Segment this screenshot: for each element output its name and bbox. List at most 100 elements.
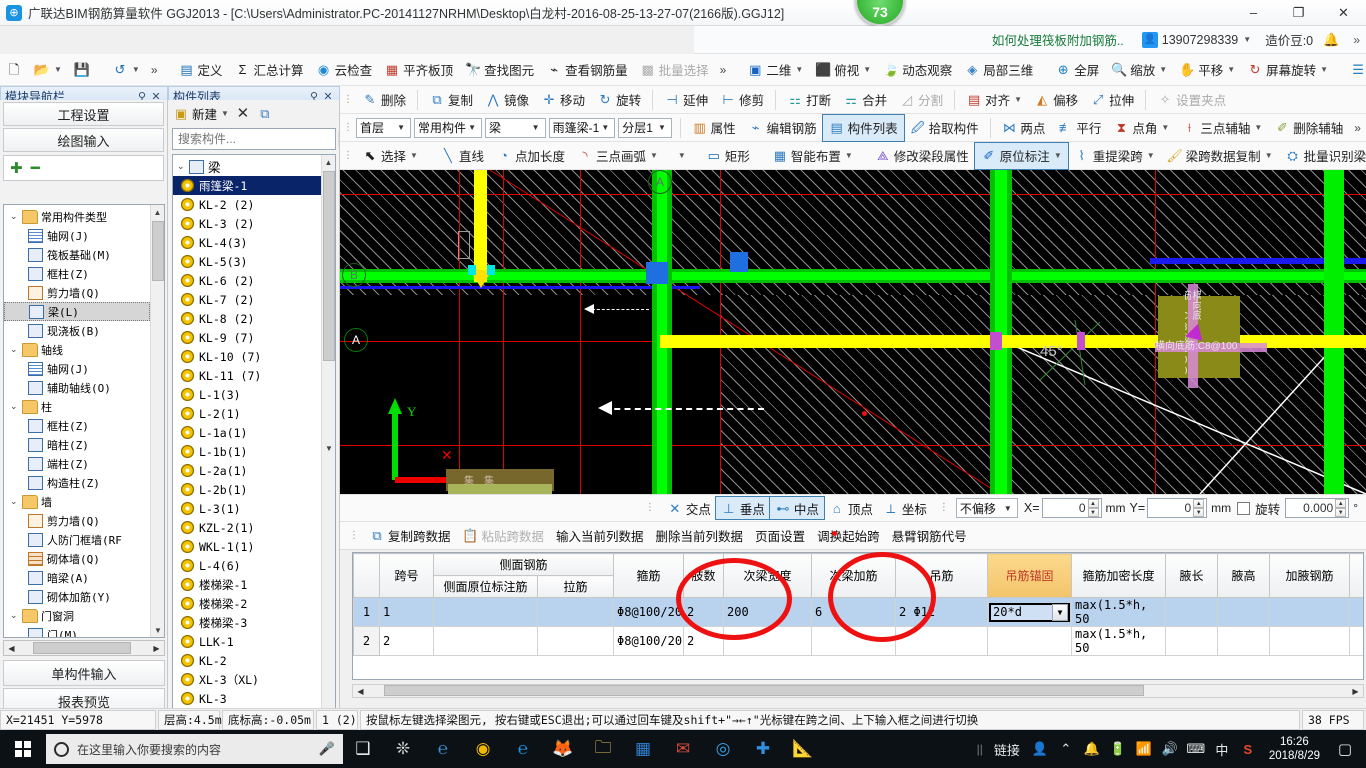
span-copy-button[interactable]: 🖌梁跨数据复制▼ xyxy=(1161,143,1279,169)
cell-haunch_rebar[interactable] xyxy=(1270,598,1350,627)
component-list-item[interactable]: KZL-2(1) xyxy=(173,518,321,537)
nav-tree-item[interactable]: ⌄墙 xyxy=(4,492,150,511)
mirror-button[interactable]: ⋀镜像 xyxy=(479,87,535,113)
set-grip-button[interactable]: ✧设置夹点 xyxy=(1151,87,1232,113)
component-list-item[interactable]: L-2(1) xyxy=(173,404,321,423)
component-list-item[interactable]: KL-3 (2) xyxy=(173,214,321,233)
sogou-icon[interactable]: S xyxy=(1235,730,1261,768)
cell-rownum[interactable]: 1 xyxy=(354,598,380,627)
toolbar-overflow-icon-2[interactable]: » xyxy=(715,63,732,77)
batch-select-button[interactable]: ▩批量选择 xyxy=(634,57,715,83)
component-list-item[interactable]: 楼梯梁-3 xyxy=(173,613,321,632)
nav-tree-item[interactable]: 砌体墙(Q) xyxy=(4,549,150,568)
nav-tree-item[interactable]: 现浇板(B) xyxy=(4,321,150,340)
nav-tree-item[interactable]: 构造柱(Z) xyxy=(4,473,150,492)
original-mark-button[interactable]: ✐原位标注▼ xyxy=(975,143,1068,169)
chevron-down-icon[interactable]: ⌄ xyxy=(177,161,189,172)
layer-select[interactable]: 分层1▼ xyxy=(618,118,672,138)
column-header-span[interactable]: 跨号 xyxy=(380,554,434,598)
paste-span-button[interactable]: 📋粘贴跨数据 xyxy=(458,524,550,547)
component-list-item[interactable]: KL-11 (7) xyxy=(173,366,321,385)
span-node-2[interactable] xyxy=(1077,332,1085,350)
new-component-button[interactable]: ▣ 新建 ▼ xyxy=(173,104,229,123)
close-button[interactable]: ✕ xyxy=(1321,0,1366,26)
app-icon-5[interactable]: 🦊 xyxy=(543,730,583,768)
nav-tree-item[interactable]: ⌄柱 xyxy=(4,397,150,416)
nav-tree-item[interactable]: 人防门框墙(RF xyxy=(4,530,150,549)
snap-coordinate[interactable]: ⟂坐标 xyxy=(878,497,932,519)
new-file-button[interactable]: 🗋 xyxy=(0,57,28,83)
component-list-item[interactable]: XL-3（XL) xyxy=(173,670,321,689)
taskbar-search[interactable]: 在这里输入你要搜索的内容 🎤 xyxy=(46,734,343,764)
promo-link[interactable]: 如何处理筏板附加钢筋.. xyxy=(992,30,1124,49)
x-spinner[interactable]: ▲▼ xyxy=(1088,499,1099,517)
three-point-axis-button[interactable]: ⟊三点辅轴▼ xyxy=(1175,115,1268,141)
cell-sec_width[interactable]: 200 xyxy=(724,598,812,627)
column-header-sec_rebar[interactable]: 次梁加筋 xyxy=(812,554,896,598)
wifi-icon[interactable]: 📶 xyxy=(1131,730,1157,768)
component-list-item[interactable]: KL-4(3) xyxy=(173,233,321,252)
delete-x-icon[interactable]: ✕ xyxy=(235,105,251,121)
app-icon-10[interactable]: ✚ xyxy=(743,730,783,768)
table-row[interactable]: 22Φ8@100/202max(1.5*h, 50 xyxy=(354,627,1365,656)
offset-button[interactable]: ◭偏移 xyxy=(1028,87,1084,113)
nav-tree-item[interactable]: 剪力墙(Q) xyxy=(4,511,150,530)
chevron-down-icon[interactable]: ▼ xyxy=(678,151,686,160)
column-header-rownum[interactable] xyxy=(354,554,380,598)
ime-indicator[interactable]: 中 xyxy=(1209,730,1235,768)
drag-handle-icon[interactable]: ⋮ xyxy=(340,148,356,164)
chevron-down-icon[interactable]: ⌄ xyxy=(10,610,22,621)
parallel-button[interactable]: ≢平行 xyxy=(1051,115,1107,141)
select-tool-button[interactable]: ⬉选择▼ xyxy=(356,143,424,169)
break-button[interactable]: ⚏打断 xyxy=(781,87,837,113)
scroll-left-icon[interactable]: ◀ xyxy=(353,687,368,696)
component-list-item[interactable]: L-3(1) xyxy=(173,499,321,518)
align-button[interactable]: ▤对齐▼ xyxy=(960,87,1028,113)
nav-tree-item[interactable]: 梁(L) xyxy=(4,302,150,321)
x-input[interactable]: 0▲▼ xyxy=(1042,498,1102,518)
component-list-item[interactable]: KL-6 (2) xyxy=(173,271,321,290)
swap-start-span-button[interactable]: 调换起始跨 xyxy=(812,524,885,547)
rotate-checkbox[interactable] xyxy=(1237,502,1250,515)
module-tree[interactable]: ⌄常用构件类型轴网(J)筏板基础(M)框柱(Z)剪力墙(Q)梁(L)现浇板(B)… xyxy=(3,204,165,638)
nav-tree-item[interactable]: 门(M) xyxy=(4,625,150,638)
chevron-down-icon[interactable]: ⌄ xyxy=(10,496,22,507)
chevron-down-icon[interactable]: ⌄ xyxy=(10,344,22,355)
task-view-icon[interactable]: ❑ xyxy=(343,730,383,768)
cell-other_stirrup[interactable] xyxy=(1350,627,1364,656)
scroll-up-icon[interactable]: ▲ xyxy=(151,205,164,219)
smart-layout-button[interactable]: ▦智能布置▼ xyxy=(766,143,859,169)
top-view-button[interactable]: ⬛俯视▼ xyxy=(809,57,877,83)
drag-handle-icon[interactable]: ⋮ xyxy=(346,528,362,544)
input-column-button[interactable]: 输入当前列数据 xyxy=(551,524,649,547)
cell-stirrup_dense[interactable]: max(1.5*h, 50 xyxy=(1072,627,1166,656)
cell-other_stirrup[interactable] xyxy=(1350,598,1364,627)
component-tree[interactable]: ⌄ 梁 雨篷梁-1KL-2 (2)KL-3 (2)KL-4(3)KL-5(3)K… xyxy=(172,154,336,768)
component-list-item[interactable]: L-1a(1) xyxy=(173,423,321,442)
cell-hanger[interactable]: 2 Φ12 xyxy=(896,598,988,627)
cell-side_orig[interactable] xyxy=(434,598,538,627)
app-icon-6[interactable]: 🗀 xyxy=(583,730,623,768)
component-list-item[interactable]: WKL-1(1) xyxy=(173,537,321,556)
chevron-down-icon[interactable]: ⌄ xyxy=(10,211,22,222)
column-header-sec_width[interactable]: 次梁宽度 xyxy=(724,554,812,598)
point-length-button[interactable]: ◔点加长度 xyxy=(490,143,571,169)
copy-span-button[interactable]: ⧉复制跨数据 xyxy=(364,524,456,547)
pan-button[interactable]: ✋平移▼ xyxy=(1173,57,1241,83)
screen-rotate-button[interactable]: ↻屏幕旋转▼ xyxy=(1241,57,1334,83)
column-header-hanger[interactable]: 吊筋 xyxy=(896,554,988,598)
table-row[interactable]: 11Φ8@100/20220062 Φ1220*d▼max(1.5*h, 50 xyxy=(354,598,1365,627)
y-spinner[interactable]: ▲▼ xyxy=(1193,499,1204,517)
taskbar-clock[interactable]: 16:26 2018/8/29 xyxy=(1261,730,1328,768)
nav-button-project-settings[interactable]: 工程设置 xyxy=(3,102,164,126)
cell-side_orig[interactable] xyxy=(434,627,538,656)
component-list-item[interactable]: KL-2 (2) xyxy=(173,195,321,214)
volume-icon[interactable]: 🔊 xyxy=(1157,730,1183,768)
nav-tree-hscrollbar[interactable]: ◀ ▶ xyxy=(3,640,165,656)
nav-button-single-component[interactable]: 单构件输入 xyxy=(3,660,165,686)
open-file-button[interactable]: 📂▼ xyxy=(28,57,68,83)
pick-component-button[interactable]: 🖉拾取构件 xyxy=(904,115,985,141)
y-input[interactable]: 0▲▼ xyxy=(1147,498,1207,518)
batch-id-support-button[interactable]: ⛭批量识别梁支座 xyxy=(1279,143,1366,169)
point-angle-button[interactable]: ⧗点角▼ xyxy=(1107,115,1175,141)
